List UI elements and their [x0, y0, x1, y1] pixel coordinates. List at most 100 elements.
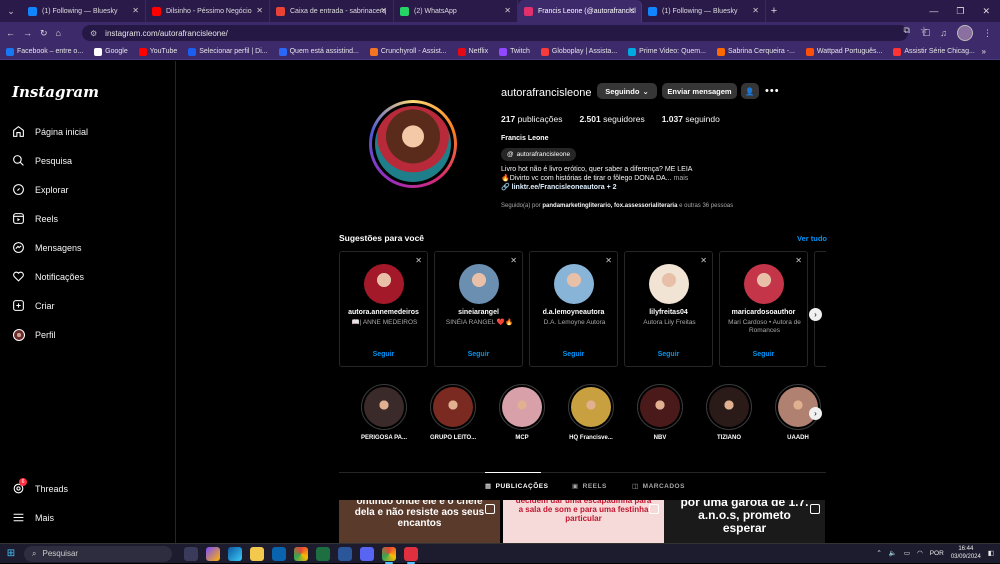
- install-app-icon[interactable]: ⧉: [903, 25, 909, 36]
- threads-profile-badge[interactable]: @ autorafrancisleone: [501, 148, 577, 161]
- following-stat[interactable]: 1.037 seguindo: [662, 114, 720, 124]
- story-highlight[interactable]: TIZIANO: [706, 384, 752, 441]
- dismiss-suggestion-icon[interactable]: ✕: [605, 256, 612, 265]
- follow-button[interactable]: Seguir: [625, 351, 712, 358]
- close-tab-icon[interactable]: ✕: [628, 6, 635, 15]
- bio-link[interactable]: 🔗 linktr.ee/Francisleoneautora + 2: [501, 183, 771, 192]
- nav-profile[interactable]: Perfil: [12, 328, 56, 341]
- volume-icon[interactable]: 🔈: [889, 549, 897, 557]
- dismiss-suggestion-icon[interactable]: ✕: [700, 256, 707, 265]
- suggestion-avatar[interactable]: [554, 264, 594, 304]
- network-icon[interactable]: ▭: [904, 549, 910, 557]
- forward-icon[interactable]: →: [23, 28, 32, 38]
- close-window-icon[interactable]: ✕: [982, 6, 990, 17]
- suggestion-username[interactable]: d.a.lemoyneautora: [530, 309, 617, 316]
- follow-button[interactable]: Seguir: [530, 351, 617, 358]
- bookmark-item[interactable]: Sabrina Cerqueira -...: [716, 47, 795, 56]
- edge-icon[interactable]: [228, 546, 242, 561]
- browser-profile-avatar[interactable]: [957, 25, 973, 41]
- browser-tab[interactable]: (1) Following — Bluesky ✕: [22, 0, 146, 22]
- nav-messages[interactable]: Mensagens: [12, 241, 82, 254]
- reload-icon[interactable]: ↻: [40, 28, 48, 39]
- suggestion-avatar[interactable]: [364, 264, 404, 304]
- word-icon[interactable]: [338, 546, 352, 561]
- browser-tab[interactable]: (1) Following — Bluesky ✕: [642, 0, 766, 22]
- new-tab-button[interactable]: +: [766, 5, 782, 17]
- nav-notifications[interactable]: Notificações: [12, 270, 84, 283]
- suggestion-avatar[interactable]: [744, 264, 784, 304]
- following-button[interactable]: Seguindo ⌄: [597, 83, 657, 99]
- more-options-icon[interactable]: •••: [765, 85, 780, 97]
- close-tab-icon[interactable]: ✕: [380, 6, 387, 15]
- suggestions-next-arrow-icon[interactable]: ›: [809, 308, 822, 321]
- tab-reels[interactable]: ▣ REELS: [572, 482, 607, 491]
- chrome-icon[interactable]: [294, 546, 308, 561]
- close-tab-icon[interactable]: ✕: [256, 6, 263, 15]
- close-tab-icon[interactable]: ✕: [752, 6, 759, 15]
- browser-tab[interactable]: Francis Leone (@autorafrancisl ✕: [518, 0, 642, 22]
- bookmark-item[interactable]: Quem está assistind...: [278, 47, 359, 56]
- profile-picture[interactable]: [369, 100, 457, 188]
- windows-start-icon[interactable]: ⊞: [0, 548, 22, 559]
- follow-button[interactable]: Seguir: [435, 351, 522, 358]
- nav-more[interactable]: Mais: [12, 511, 54, 524]
- bookmark-item[interactable]: Selecionar perfil | Di...: [188, 47, 268, 56]
- more-bookmarks-icon[interactable]: »: [982, 47, 986, 56]
- posts-stat[interactable]: 217 publicações: [501, 114, 562, 124]
- nav-reels[interactable]: Reels: [12, 212, 58, 225]
- story-highlight[interactable]: NBV: [637, 384, 683, 441]
- suggestion-username[interactable]: maricardosoauthor: [720, 309, 807, 316]
- bookmark-item[interactable]: YouTube: [138, 47, 177, 56]
- bookmark-item[interactable]: Netflix: [457, 47, 488, 56]
- bio-more-link[interactable]: mais: [674, 175, 689, 182]
- outlook-icon[interactable]: [272, 546, 286, 561]
- nav-explore[interactable]: Explorar: [12, 183, 69, 196]
- bookmark-item[interactable]: Assistir Série Chicag...: [893, 47, 975, 56]
- bookmark-item[interactable]: Wattpad Português...: [805, 47, 882, 56]
- minimize-icon[interactable]: —: [929, 6, 938, 16]
- story-highlight[interactable]: MCP: [499, 384, 545, 441]
- story-highlight[interactable]: GRUPO LEITO...: [430, 384, 476, 441]
- copilot-icon[interactable]: [206, 546, 220, 561]
- extensions-icon[interactable]: ⧠: [923, 28, 930, 39]
- home-icon[interactable]: ⌂: [56, 28, 61, 38]
- menu-dots-icon[interactable]: ⋮: [983, 28, 992, 39]
- back-icon[interactable]: ←: [6, 28, 15, 38]
- chrome-profile-icon[interactable]: [382, 546, 396, 564]
- address-bar[interactable]: ⚙ instagram.com/autorafrancisleone/: [82, 25, 908, 41]
- browser-tab[interactable]: (2) WhatsApp ✕: [394, 0, 518, 22]
- file-explorer-icon[interactable]: [250, 546, 264, 561]
- task-view-icon[interactable]: [184, 546, 198, 561]
- taskbar-search[interactable]: ⌕ Pesquisar: [24, 545, 172, 562]
- tab-tagged[interactable]: ◫ MARCADOS: [632, 482, 685, 491]
- post-thumbnail[interactable]: ontinuo onde ele é o chefe dela e não re…: [339, 500, 500, 543]
- story-highlight[interactable]: PERIGOSA PA...: [361, 384, 407, 441]
- nav-search[interactable]: Pesquisa: [12, 154, 72, 167]
- dismiss-suggestion-icon[interactable]: ✕: [510, 256, 517, 265]
- close-tab-icon[interactable]: ✕: [504, 6, 511, 15]
- maximize-icon[interactable]: ❐: [956, 6, 964, 17]
- dismiss-suggestion-icon[interactable]: ✕: [795, 256, 802, 265]
- bookmark-item[interactable]: Facebook – entre o...: [6, 47, 83, 56]
- browser-tab[interactable]: Caixa de entrada - sabrinacerq ✕: [270, 0, 394, 22]
- site-info-icon[interactable]: ⚙: [90, 29, 97, 38]
- follow-button[interactable]: Seguir: [340, 351, 427, 358]
- close-tab-icon[interactable]: ✕: [132, 6, 139, 15]
- instagram-logo[interactable]: Instagram: [12, 83, 99, 101]
- tab-search-button[interactable]: ⌄: [0, 0, 22, 22]
- nav-create[interactable]: Criar: [12, 299, 55, 312]
- see-all-link[interactable]: Ver tudo: [797, 234, 827, 243]
- followers-stat[interactable]: 2.501 seguidores: [579, 114, 644, 124]
- media-icon[interactable]: ♫: [940, 28, 947, 38]
- bookmark-item[interactable]: Globoplay | Assista...: [540, 47, 617, 56]
- mutual-followers[interactable]: Seguido(a) por pandamarketingliterario, …: [501, 203, 733, 209]
- post-thumbnail[interactable]: decidem dar uma escapadinha para a sala …: [503, 500, 664, 543]
- suggestion-username[interactable]: autora.annemedeiros: [340, 309, 427, 316]
- language-indicator[interactable]: POR: [930, 550, 944, 557]
- bookmark-item[interactable]: Prime Video: Quem...: [628, 47, 706, 56]
- dismiss-suggestion-icon[interactable]: ✕: [415, 256, 422, 265]
- bookmark-item[interactable]: Twitch: [499, 47, 530, 56]
- suggestion-username[interactable]: sineiarangel: [435, 309, 522, 316]
- highlights-next-arrow-icon[interactable]: ›: [809, 407, 822, 420]
- tab-posts[interactable]: ▦ PUBLICAÇÕES: [485, 482, 548, 491]
